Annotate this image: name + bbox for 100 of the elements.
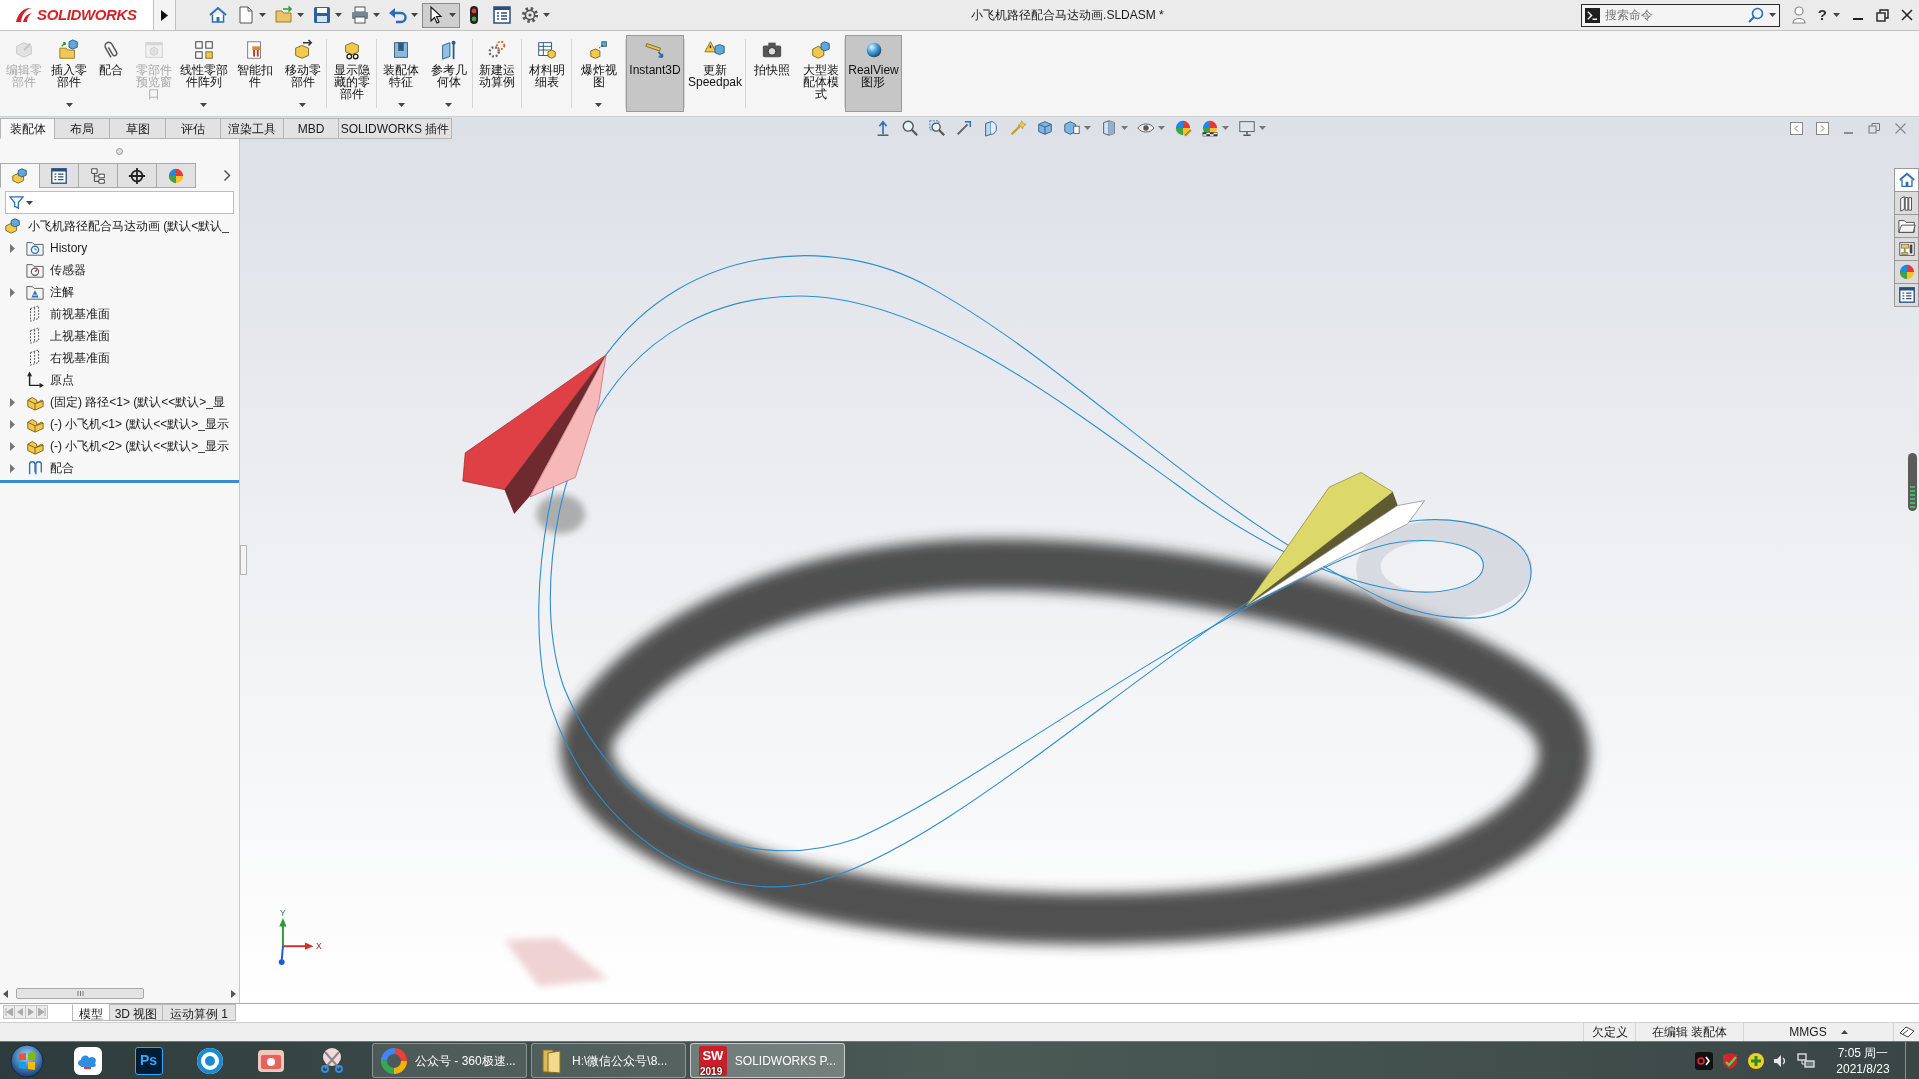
tree-item[interactable]: History — [0, 237, 239, 259]
ribbon-button[interactable]: 爆炸视图 — [572, 35, 625, 112]
panel-tab[interactable] — [39, 163, 79, 188]
ribbon-button[interactable]: 配合 — [91, 35, 131, 112]
ribbon-button[interactable]: 显示隐藏的零部件 — [327, 35, 376, 112]
ring-chevron-icon[interactable] — [1695, 1051, 1713, 1070]
tab[interactable]: 3D 视图 — [109, 1004, 163, 1021]
cloud-app-icon[interactable] — [72, 1045, 103, 1076]
tile-left-icon[interactable] — [1790, 121, 1803, 135]
caret-icon — [1222, 126, 1229, 130]
task-pane-tab[interactable] — [1894, 214, 1919, 238]
tree-item[interactable]: (-) 小飞机<1> (默认<<默认>_显示 — [0, 413, 239, 435]
folder-gauge-icon — [26, 261, 44, 279]
caret-icon — [1768, 13, 1776, 17]
tree-item[interactable]: 注解 — [0, 281, 239, 303]
panel-tab[interactable] — [117, 163, 157, 188]
tab[interactable]: 渲染工具 — [220, 118, 284, 139]
tree-item[interactable]: (-) 小飞机<2> (默认<<默认>_显示 — [0, 435, 239, 457]
select-button[interactable] — [422, 2, 460, 28]
axis-label: X — [315, 941, 322, 952]
filter-field[interactable] — [5, 191, 234, 214]
tree-item[interactable]: 配合 — [0, 457, 239, 479]
ribbon-button[interactable]: 移动零部件 — [279, 35, 326, 112]
user-icon[interactable] — [1791, 6, 1806, 24]
caret-icon — [1158, 126, 1165, 130]
scroll-left-arrow-icon[interactable] — [2, 989, 10, 998]
scroll-right-arrow-icon[interactable] — [229, 989, 237, 998]
folder-cube-icon — [58, 39, 80, 61]
ribbon-button[interactable]: 装配体特征 — [377, 35, 425, 112]
taskbar-button[interactable]: SW 2019 SOLIDWORKS P... — [690, 1043, 845, 1078]
ribbon-button[interactable]: 拍快照 — [746, 35, 797, 112]
tab[interactable]: 评估 — [165, 118, 221, 139]
panel-collapse-handle[interactable] — [240, 545, 247, 575]
grid-blocks-icon — [192, 39, 215, 61]
crosshair-icon — [128, 166, 146, 185]
tab[interactable]: SOLIDWORKS 插件 — [338, 118, 452, 139]
logo-badge[interactable]: SOLIDWORKS — [0, 0, 154, 30]
ribbon-button[interactable]: 线性零部件阵列 — [177, 35, 230, 112]
ribbon-button[interactable]: RealView 图形 — [845, 35, 902, 112]
tab[interactable]: 草图 — [109, 118, 166, 139]
tree-item[interactable]: (固定) 路径<1> (默认<<默认>_显 — [0, 391, 239, 413]
close-icon[interactable] — [1901, 9, 1913, 21]
search-icon[interactable] — [1747, 7, 1764, 23]
tag-icon[interactable] — [1898, 1025, 1915, 1039]
swoosh-logo-icon — [14, 5, 34, 25]
task-pane-tab[interactable] — [1894, 191, 1919, 215]
clock-date[interactable]: 2021/8/23 — [1836, 1060, 1890, 1077]
ribbon-button[interactable]: 新建运动算例 — [473, 35, 521, 112]
list-icon — [50, 166, 68, 185]
tree-item[interactable]: 右视基准面 — [0, 347, 239, 369]
tab[interactable]: 装配体 — [0, 118, 55, 139]
tab[interactable]: 运动算例 1 — [162, 1004, 236, 1021]
help-button[interactable]: ? — [1817, 3, 1840, 27]
tab[interactable]: 模型 — [72, 1004, 110, 1021]
paperclips-icon — [26, 459, 44, 477]
ribbon-button[interactable]: 大型装配体模式 — [797, 35, 844, 112]
tile-right-icon[interactable] — [1816, 121, 1829, 135]
tree-item[interactable]: 前视基准面 — [0, 303, 239, 325]
ribbon-button[interactable]: 材料明细表 — [522, 35, 571, 112]
task-pane-tab[interactable] — [1894, 237, 1919, 261]
shield-check-icon[interactable] — [1721, 1051, 1739, 1070]
tree-item[interactable]: 小飞机路径配合马达动画 (默认<默认_ — [0, 215, 239, 237]
folder-triangle-icon — [26, 283, 44, 301]
task-pane-tab[interactable] — [1894, 168, 1919, 192]
ribbon-button[interactable]: 智能扣件 — [230, 35, 279, 112]
tab[interactable]: MBD — [283, 118, 339, 139]
taskbar-button[interactable]: 公众号 - 360极速... — [372, 1043, 527, 1078]
plus-circle-icon[interactable] — [1747, 1051, 1765, 1070]
tree-item[interactable]: 原点 — [0, 369, 239, 391]
restore-icon[interactable] — [1876, 8, 1889, 22]
status-text: MMGS — [1789, 1024, 1827, 1041]
menu-button[interactable] — [154, 0, 176, 30]
ring-dot-icon[interactable] — [194, 1045, 225, 1076]
start-button[interactable] — [9, 1042, 45, 1079]
app-tile[interactable]: Ps — [134, 1046, 163, 1075]
ribbon-button[interactable]: 更新 Speedpak — [685, 35, 745, 112]
network-icon[interactable] — [1797, 1052, 1815, 1069]
tab[interactable]: 布局 — [54, 118, 110, 139]
logo-text: SOLIDWORKS — [37, 4, 137, 25]
tree-item[interactable]: 上视基准面 — [0, 325, 239, 347]
gear-icon — [520, 5, 540, 25]
clock-time[interactable]: 7:05 周一 — [1837, 1044, 1889, 1061]
ribbon-button[interactable]: 参考几何体 — [425, 35, 472, 112]
version-label: 2019 — [700, 1066, 723, 1077]
flag-orb-icon — [10, 1043, 44, 1078]
caret-icon — [1833, 13, 1840, 17]
taskbar-button[interactable]: H:\微信公众号\8... — [531, 1043, 686, 1078]
task-pane-tab[interactable] — [1894, 283, 1919, 307]
caret-up-icon[interactable] — [1840, 1030, 1848, 1034]
scroll-indicator[interactable] — [1908, 453, 1917, 511]
scrollbar-thumb[interactable] — [16, 988, 144, 999]
tree-item[interactable]: 传感器 — [0, 259, 239, 281]
ribbon-button[interactable]: Instant3D — [626, 35, 684, 112]
status-text: 在编辑 装配体 — [1651, 1024, 1728, 1041]
document-icon — [236, 5, 256, 25]
search-field[interactable]: 搜索命令 — [1580, 3, 1780, 27]
grip-handle[interactable] — [116, 147, 123, 155]
search-input[interactable]: 搜索命令 — [1604, 6, 1743, 24]
ribbon-button[interactable]: 插入零部件 — [47, 35, 91, 112]
chevron-right-icon[interactable] — [223, 169, 231, 182]
